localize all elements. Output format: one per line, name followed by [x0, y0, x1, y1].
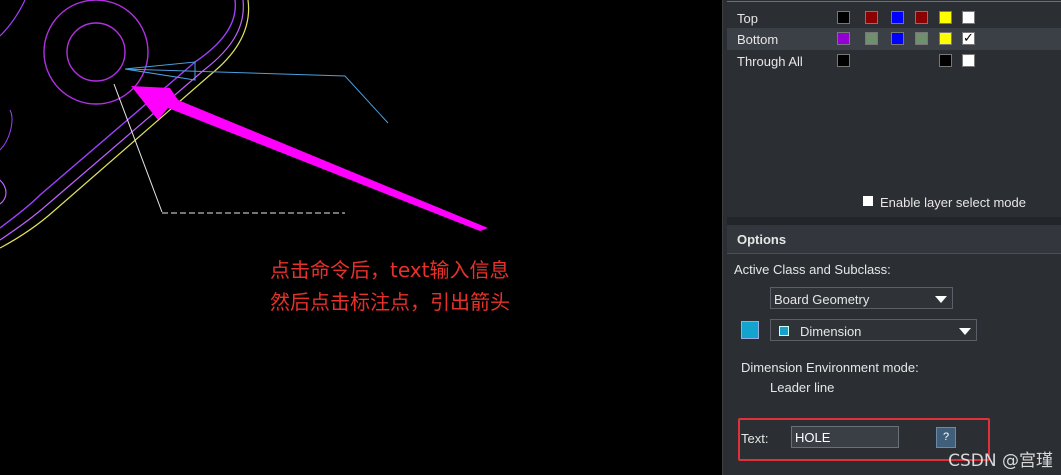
layer-color-swatch[interactable]: [865, 32, 878, 45]
layer-color-swatch[interactable]: [837, 11, 850, 24]
layer-color-swatch[interactable]: [915, 11, 928, 24]
options-title: Options: [737, 232, 787, 247]
layer-color-swatch[interactable]: [891, 11, 904, 24]
annotation-arrow: [131, 86, 488, 231]
board-notch: [0, 179, 7, 205]
chevron-down-icon: [935, 296, 947, 303]
subclass-dropdown[interactable]: Dimension: [770, 319, 977, 341]
layer-color-swatch[interactable]: [837, 54, 850, 67]
enable-layer-select-label: Enable layer select mode: [880, 195, 1026, 210]
layer-row-top[interactable]: Top: [727, 7, 1061, 29]
chevron-down-icon: [959, 328, 971, 335]
layer-color-swatch[interactable]: [939, 54, 952, 67]
layer-name: Bottom: [737, 32, 779, 47]
layer-visibility-checkbox[interactable]: ✓: [962, 32, 975, 45]
pcb-canvas[interactable]: 点击命令后，text输入信息 然后点击标注点，引出箭头: [0, 0, 722, 475]
class-dropdown-value: Board Geometry: [774, 292, 870, 307]
text-input[interactable]: [791, 426, 899, 448]
section-divider: [727, 217, 1061, 225]
layer-color-swatch[interactable]: [939, 11, 952, 24]
hole-inner-circle: [66, 22, 126, 82]
class-dropdown[interactable]: Board Geometry: [770, 287, 953, 309]
annotation-line-2: 然后点击标注点，引出箭头: [270, 290, 510, 314]
layer-color-swatch[interactable]: [915, 32, 928, 45]
options-panel: Top Bottom ✓ Through All Enable layer se…: [727, 0, 1061, 475]
layer-color-swatch[interactable]: [891, 32, 904, 45]
layer-row-through-all[interactable]: Through All: [727, 50, 1061, 72]
layer-color-swatch[interactable]: [939, 32, 952, 45]
watermark: CSDN @宫瑾: [948, 451, 1053, 471]
layer-color-swatch[interactable]: [865, 11, 878, 24]
annotation-line-1: 点击命令后，text输入信息: [270, 258, 510, 282]
dimension-environment-value: Leader line: [770, 380, 835, 395]
layer-name: Through All: [737, 54, 803, 69]
subclass-dropdown-value: Dimension: [800, 324, 862, 339]
layer-visibility-area: Top Bottom ✓ Through All Enable layer se…: [727, 0, 1061, 215]
layer-row-bottom[interactable]: Bottom ✓: [727, 28, 1061, 50]
board-drawing: [0, 0, 488, 249]
layer-visibility-checkbox[interactable]: [962, 11, 975, 24]
layer-name: Top: [737, 11, 758, 26]
enable-layer-select-checkbox[interactable]: [863, 196, 873, 206]
layer-color-swatch[interactable]: [837, 32, 850, 45]
active-class-label: Active Class and Subclass:: [734, 262, 891, 277]
divider: [727, 1, 1061, 2]
options-header: Options: [727, 225, 1061, 254]
help-button[interactable]: ?: [936, 427, 956, 448]
subclass-color-swatch[interactable]: [741, 321, 759, 339]
subclass-color-icon: [779, 326, 789, 336]
text-label: Text:: [741, 431, 769, 446]
board-edge-left: [0, 109, 13, 151]
board-edge-top: [0, 0, 26, 37]
layer-visibility-checkbox[interactable]: [962, 54, 975, 67]
hole-outer-circle: [43, 0, 149, 105]
dimension-environment-label: Dimension Environment mode:: [741, 360, 919, 375]
